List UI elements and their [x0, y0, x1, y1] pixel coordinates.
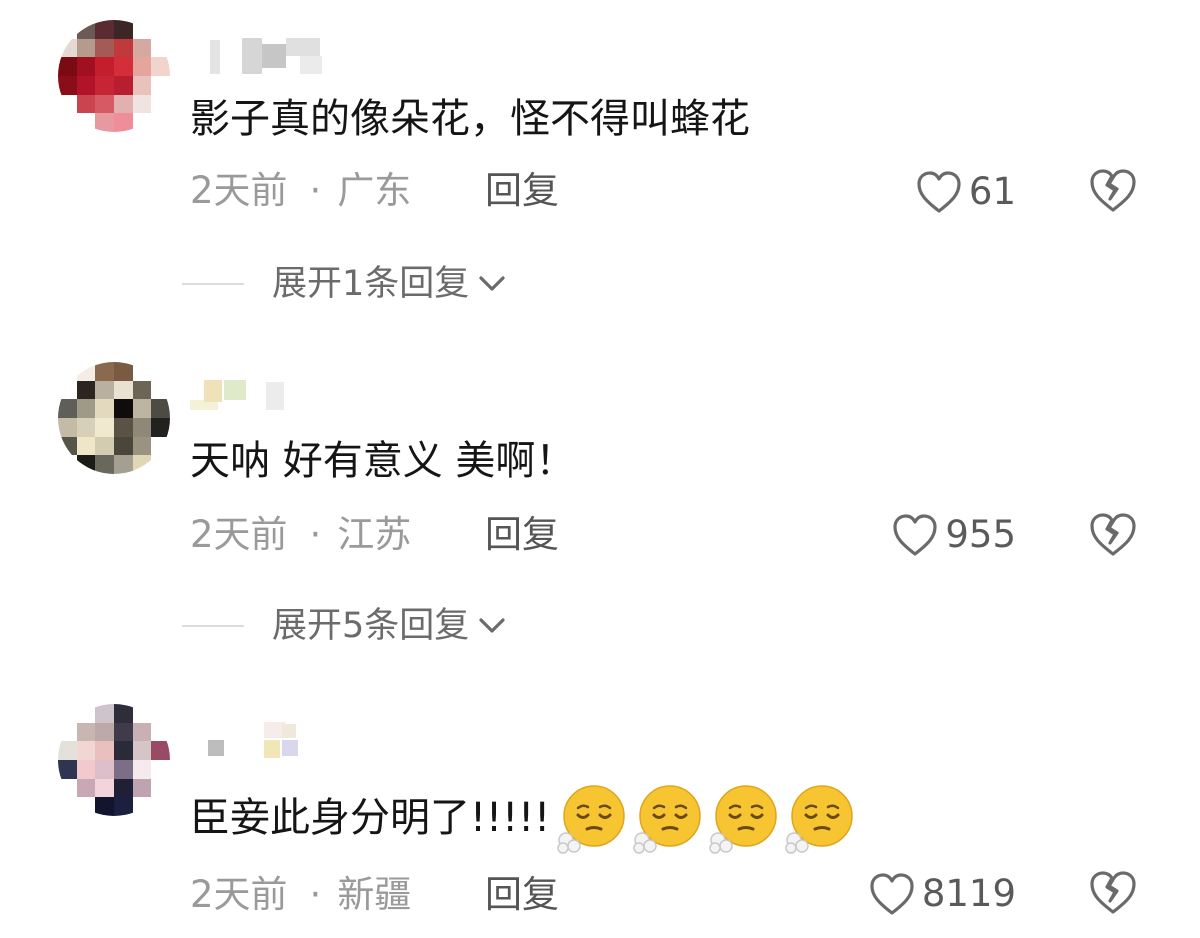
reply-button[interactable]: 回复: [485, 873, 559, 917]
avatar[interactable]: [58, 704, 170, 816]
comment-location: 新疆: [337, 873, 412, 916]
comment-text: 臣妾此身分明了!!!!!: [190, 782, 860, 854]
like-count: 8119: [921, 872, 1016, 915]
face-exhaling-emoji: [709, 785, 777, 854]
username-blurred[interactable]: [190, 722, 330, 762]
comment-time: 2天前: [190, 873, 288, 916]
dislike-button[interactable]: [1088, 868, 1138, 920]
comment-meta: 2天前 · 新疆: [190, 873, 411, 917]
heart-outline-icon: [870, 873, 914, 915]
face-exhaling-emoji: [785, 785, 853, 854]
meta-separator: ·: [309, 873, 322, 916]
comment-text-content: 臣妾此身分明了!!!!!: [190, 795, 551, 841]
comment-item: 臣妾此身分明了!!!!! 2天前 · 新疆 回复 8119: [0, 0, 1200, 938]
emoji-row: [556, 782, 860, 854]
face-exhaling-emoji: [557, 785, 625, 854]
broken-heart-icon: [1090, 871, 1136, 914]
like-button[interactable]: 8119: [868, 871, 1016, 917]
face-exhaling-emoji: [633, 785, 701, 854]
